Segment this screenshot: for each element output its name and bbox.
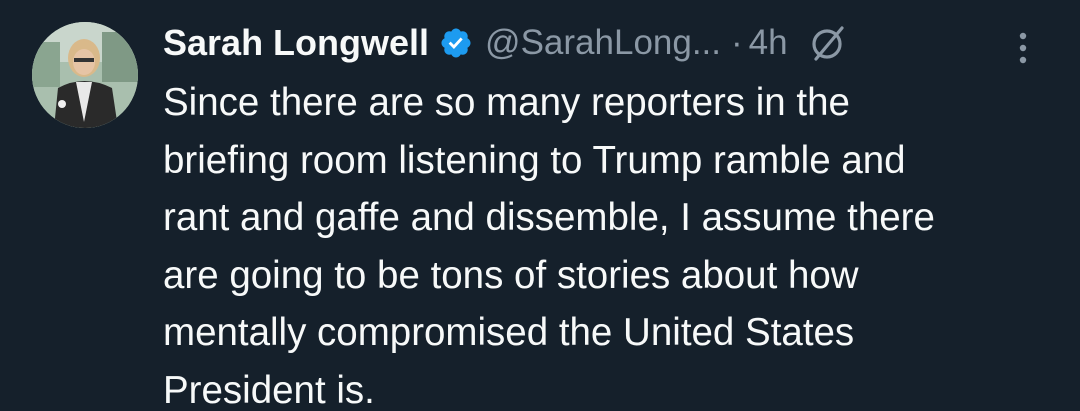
- tweet-text: Since there are so many reporters in the…: [163, 74, 1063, 411]
- tweet-text-line: rant and gaffe and dissemble, I assume t…: [163, 196, 935, 239]
- author-avatar[interactable]: [32, 22, 138, 128]
- tweet-text-line: mentally compromised the United States: [163, 311, 855, 354]
- more-options-icon[interactable]: [1014, 28, 1032, 68]
- tweet-card[interactable]: Sarah Longwell @SarahLong... · 4h Since …: [0, 0, 1080, 411]
- separator-dot: ·: [731, 23, 743, 62]
- grok-icon[interactable]: [808, 23, 848, 63]
- verified-badge-icon[interactable]: [439, 26, 473, 60]
- tweet-text-line: briefing room listening to Trump ramble …: [163, 138, 906, 182]
- tweet-text-line: President is.: [163, 368, 375, 411]
- timestamp[interactable]: 4h: [749, 23, 788, 63]
- author-handle[interactable]: @SarahLong...: [485, 23, 721, 63]
- tweet-text-line: are going to be tons of stories about ho…: [163, 253, 859, 297]
- tweet-header: Sarah Longwell @SarahLong... · 4h: [163, 18, 1053, 68]
- tweet-text-line: Since there are so many reporters in the: [163, 81, 850, 124]
- author-name[interactable]: Sarah Longwell: [163, 22, 429, 64]
